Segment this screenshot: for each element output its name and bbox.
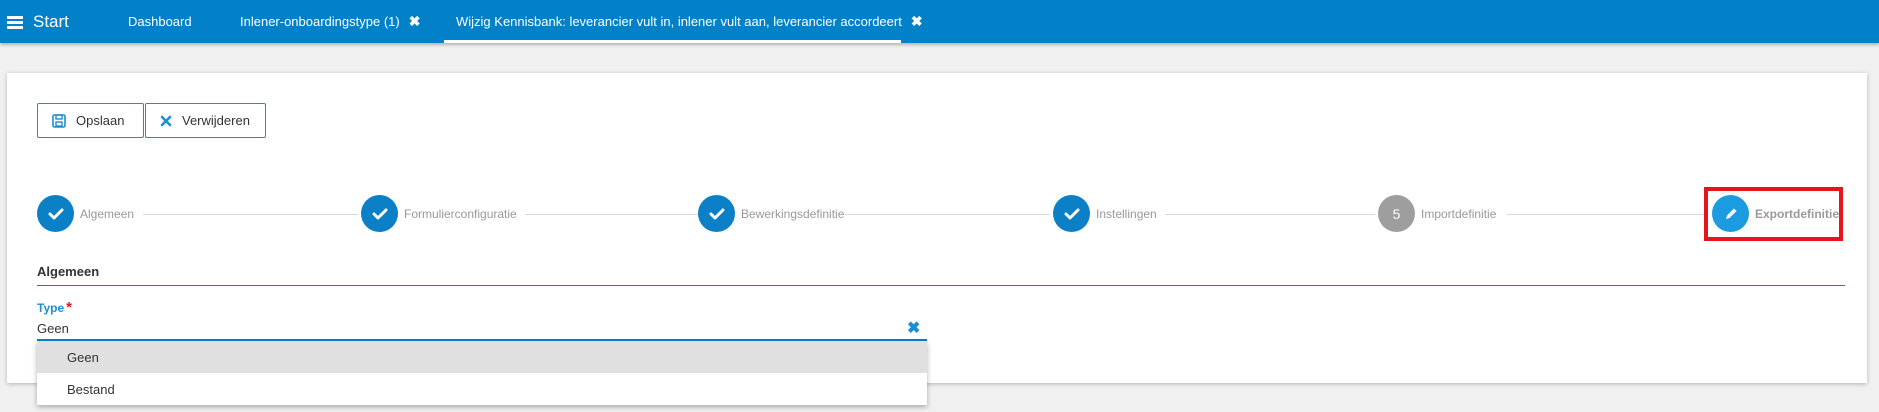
floppy-disk-icon <box>52 113 66 128</box>
step-label: Formulierconfiguratie <box>404 206 517 221</box>
delete-label: Verwijderen <box>182 113 250 128</box>
type-input[interactable] <box>37 318 927 338</box>
type-field-label: Type * <box>37 299 72 316</box>
step-label: Bewerkingsdefinitie <box>741 206 845 221</box>
close-icon <box>160 115 172 126</box>
edit-card: Opslaan Verwijderen Algemeen Formulierco… <box>7 73 1867 383</box>
check-icon <box>37 195 74 232</box>
top-navigation-bar: Start Dashboard Inlener-onboardingstype … <box>0 0 1879 43</box>
tab-label: Inlener-onboardingstype (1) <box>240 14 400 29</box>
tab-dashboard[interactable]: Dashboard <box>128 0 192 43</box>
start-menu-button[interactable]: Start <box>7 11 69 33</box>
save-label: Opslaan <box>76 113 125 128</box>
section-title: Algemeen <box>37 264 100 279</box>
required-mark: * <box>66 299 72 316</box>
type-dropdown-list: Geen Bestand <box>37 341 927 405</box>
type-label-text: Type <box>37 301 65 315</box>
check-icon <box>1053 195 1090 232</box>
step-label: Instellingen <box>1096 206 1157 221</box>
step-instellingen[interactable]: Instellingen <box>1053 195 1157 232</box>
dropdown-option-bestand[interactable]: Bestand <box>37 373 927 405</box>
tab-inlener-onboardingstype[interactable]: Inlener-onboardingstype (1) ✖ <box>240 0 420 43</box>
step-algemeen[interactable]: Algemeen <box>37 195 134 232</box>
step-connector <box>143 214 358 215</box>
close-tab-icon[interactable]: ✖ <box>911 13 923 30</box>
check-icon <box>361 195 398 232</box>
check-icon <box>698 195 735 232</box>
step-number: 5 <box>1378 195 1415 232</box>
clear-icon[interactable]: ✖ <box>907 318 920 338</box>
step-connector <box>525 214 700 215</box>
step-importdefinitie[interactable]: 5 Importdefinitie <box>1378 195 1496 232</box>
close-tab-icon[interactable]: ✖ <box>409 13 421 30</box>
step-connector <box>1507 214 1707 215</box>
tab-label: Dashboard <box>128 14 192 29</box>
tab-label: Wijzig Kennisbank: leverancier vult in, … <box>456 14 902 29</box>
step-bewerkingsdefinitie[interactable]: Bewerkingsdefinitie <box>698 195 844 232</box>
step-formulierconfiguratie[interactable]: Formulierconfiguratie <box>361 195 517 232</box>
start-label: Start <box>33 12 69 31</box>
step-label: Importdefinitie <box>1421 206 1497 221</box>
dropdown-option-geen[interactable]: Geen <box>37 341 927 373</box>
delete-button[interactable]: Verwijderen <box>145 103 266 138</box>
step-connector <box>845 214 1050 215</box>
highlight-box <box>1704 187 1843 241</box>
step-label: Algemeen <box>80 206 135 221</box>
save-button[interactable]: Opslaan <box>37 103 144 138</box>
hamburger-icon <box>7 15 23 29</box>
tab-wijzig-kennisbank[interactable]: Wijzig Kennisbank: leverancier vult in, … <box>444 0 923 43</box>
section-divider <box>37 285 1845 286</box>
step-connector <box>1165 214 1375 215</box>
